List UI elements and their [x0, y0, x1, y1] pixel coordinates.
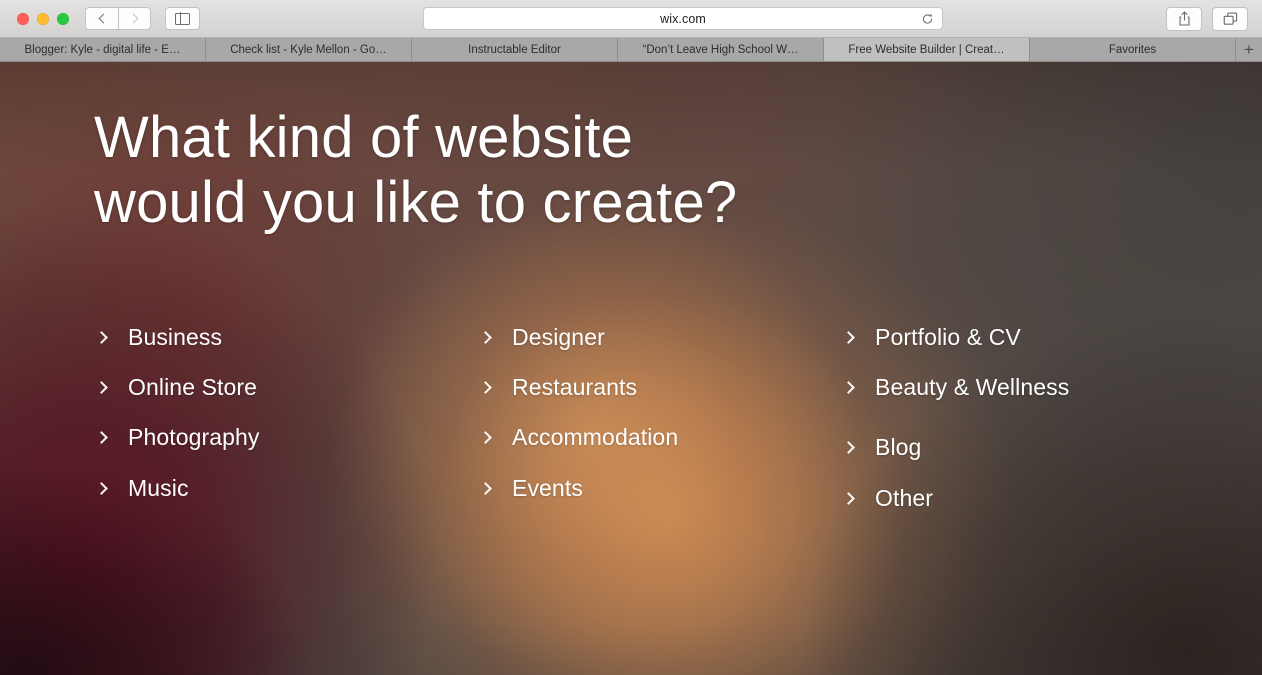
- category-link-music[interactable]: Music: [94, 477, 189, 500]
- browser-tab[interactable]: “Don’t Leave High School W…: [618, 38, 824, 61]
- tab-overview-icon: [1223, 12, 1238, 26]
- browser-window: wix.com Blogger: Kyle - digital life - E…: [0, 0, 1262, 675]
- browser-tab[interactable]: Check list - Kyle Mellon - Go…: [206, 38, 412, 61]
- chevron-right-icon: [842, 492, 855, 505]
- zoom-window-button[interactable]: [57, 12, 69, 25]
- category-link-business[interactable]: Business: [94, 326, 222, 349]
- browser-toolbar: wix.com: [0, 0, 1262, 38]
- category-link-accommodation[interactable]: Accommodation: [478, 426, 678, 449]
- chevron-left-icon: [98, 13, 109, 24]
- category-link-designer[interactable]: Designer: [478, 326, 605, 349]
- sidebar-icon: [175, 12, 190, 25]
- address-bar-value: wix.com: [660, 11, 706, 26]
- category-link-beauty-wellness[interactable]: Beauty & Wellness: [841, 376, 1069, 399]
- category-link-blog[interactable]: Blog: [841, 436, 921, 459]
- address-bar[interactable]: wix.com: [423, 7, 943, 30]
- tab-bar: Blogger: Kyle - digital life - E… Check …: [0, 38, 1262, 62]
- new-tab-button[interactable]: +: [1236, 38, 1262, 61]
- category-label: Portfolio & CV: [875, 324, 1021, 350]
- close-window-button[interactable]: [17, 12, 29, 25]
- category-link-restaurants[interactable]: Restaurants: [478, 376, 637, 399]
- reload-icon[interactable]: [921, 12, 934, 25]
- browser-tab[interactable]: Favorites: [1030, 38, 1236, 61]
- category-label: Blog: [875, 434, 922, 460]
- category-link-photography[interactable]: Photography: [94, 426, 260, 449]
- category-label: Events: [512, 475, 583, 501]
- category-label: Photography: [128, 424, 260, 450]
- chevron-right-icon: [479, 331, 492, 344]
- web-page: What kind of website would you like to c…: [0, 62, 1262, 675]
- chevron-right-icon: [842, 381, 855, 394]
- category-label: Designer: [512, 324, 605, 350]
- category-label: Online Store: [128, 374, 258, 400]
- category-link-online-store[interactable]: Online Store: [94, 376, 257, 399]
- tab-label: Blogger: Kyle - digital life - E…: [24, 43, 181, 56]
- chevron-right-icon: [479, 381, 492, 394]
- category-label: Accommodation: [512, 424, 679, 450]
- tab-label: Free Website Builder | Creat…: [848, 43, 1005, 56]
- toolbar-actions: [1166, 6, 1248, 31]
- category-link-events[interactable]: Events: [478, 477, 583, 500]
- forward-button[interactable]: [118, 7, 151, 30]
- chevron-right-icon: [479, 431, 492, 444]
- category-label: Beauty & Wellness: [875, 374, 1070, 400]
- browser-tab[interactable]: Instructable Editor: [412, 38, 618, 61]
- tab-label: Instructable Editor: [468, 43, 561, 56]
- category-link-other[interactable]: Other: [841, 487, 933, 510]
- tab-label: Favorites: [1108, 43, 1157, 56]
- plus-icon: +: [1244, 40, 1254, 59]
- navigation-buttons: [85, 7, 151, 30]
- sidebar-toggle-button[interactable]: [165, 7, 200, 30]
- chevron-right-icon: [95, 431, 108, 444]
- minimize-window-button[interactable]: [37, 12, 49, 25]
- window-controls: [17, 12, 69, 25]
- chevron-right-icon: [95, 381, 108, 394]
- chevron-right-icon: [842, 441, 855, 454]
- tab-label: “Don’t Leave High School W…: [642, 43, 799, 56]
- chevron-right-icon: [95, 482, 108, 495]
- tab-overview-button[interactable]: [1212, 6, 1248, 31]
- browser-tab[interactable]: Blogger: Kyle - digital life - E…: [0, 38, 206, 61]
- chevron-right-icon: [95, 331, 108, 344]
- category-label: Music: [128, 475, 189, 501]
- category-label: Restaurants: [512, 374, 638, 400]
- category-link-portfolio-cv[interactable]: Portfolio & CV: [841, 326, 1021, 349]
- chevron-right-icon: [479, 482, 492, 495]
- page-title: What kind of website would you like to c…: [94, 105, 738, 235]
- share-icon: [1178, 11, 1191, 26]
- browser-tab-active[interactable]: Free Website Builder | Creat…: [824, 38, 1030, 61]
- chevron-right-icon: [128, 13, 138, 24]
- share-button[interactable]: [1166, 6, 1202, 31]
- chevron-right-icon: [842, 331, 855, 344]
- back-button[interactable]: [85, 7, 118, 30]
- category-label: Business: [128, 324, 223, 350]
- category-label: Other: [875, 485, 934, 511]
- tab-label: Check list - Kyle Mellon - Go…: [230, 43, 387, 56]
